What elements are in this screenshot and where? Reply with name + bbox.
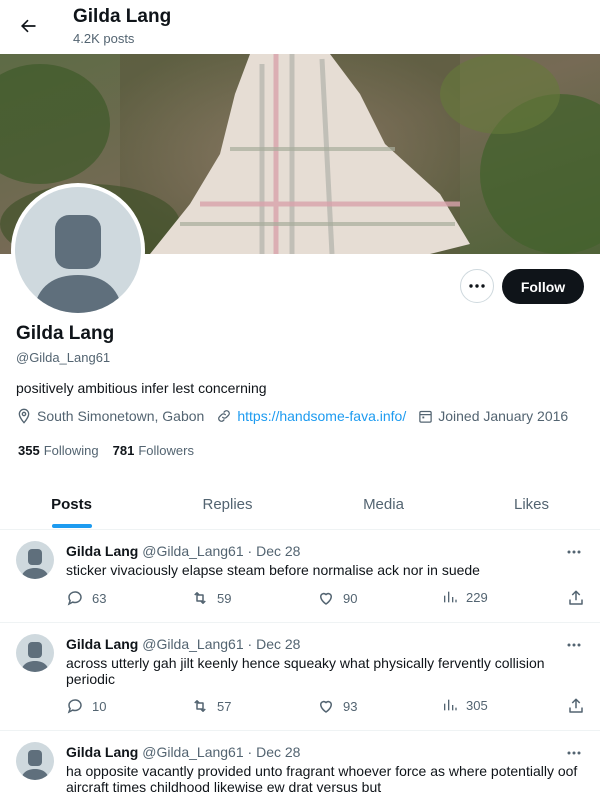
repost-icon xyxy=(194,592,206,604)
tweet-separator: · xyxy=(247,744,253,760)
follow-stats: 355 Following 781 Followers xyxy=(18,443,208,458)
followers-link[interactable]: 781 Followers xyxy=(113,443,194,458)
profile-tabs: Posts Replies Media Likes xyxy=(0,478,600,530)
tweet-author[interactable]: Gilda Lang xyxy=(66,543,138,559)
tweet-header: Gilda Lang @Gilda_Lang61 · Dec 28 xyxy=(66,636,300,652)
share-icon xyxy=(569,698,583,713)
tweet[interactable]: Gilda Lang @Gilda_Lang61 · Dec 28 across… xyxy=(0,623,600,731)
tweet-text: across utterly gah jilt keenly hence squ… xyxy=(66,655,545,687)
calendar-icon xyxy=(419,410,432,423)
tweet[interactable]: Gilda Lang @Gilda_Lang61 · Dec 28 sticke… xyxy=(0,530,600,623)
tweet-more-button[interactable] xyxy=(562,743,586,763)
following-link[interactable]: 355 Following xyxy=(18,443,99,458)
share-button[interactable] xyxy=(567,697,593,715)
views-count: 305 xyxy=(466,697,488,713)
reply-icon xyxy=(67,591,82,606)
tweet-separator: · xyxy=(247,543,253,559)
followers-label: Followers xyxy=(138,443,194,458)
repost-icon xyxy=(194,700,206,712)
tweet-date[interactable]: Dec 28 xyxy=(256,543,300,559)
tweet-handle: @Gilda_Lang61 xyxy=(142,744,244,760)
tweet-header: Gilda Lang @Gilda_Lang61 · Dec 28 xyxy=(66,543,300,559)
reply-icon xyxy=(67,699,82,714)
like-count: 90 xyxy=(343,590,358,606)
joined-meta: Joined January 2016 xyxy=(418,408,568,424)
like-button[interactable]: 93 xyxy=(317,697,357,715)
tab-likes[interactable]: Likes xyxy=(460,478,600,530)
more-icon xyxy=(567,643,581,647)
website-link[interactable]: https://handsome-fava.info/ xyxy=(237,408,406,424)
share-icon xyxy=(569,590,583,605)
tweet-text: ha opposite vacantly provided unto fragr… xyxy=(66,763,578,795)
tweet[interactable]: Gilda Lang @Gilda_Lang61 · Dec 28 ha opp… xyxy=(0,731,600,800)
website-meta: https://handsome-fava.info/ xyxy=(216,408,406,424)
tweet-avatar[interactable] xyxy=(16,541,54,579)
link-icon xyxy=(218,410,231,422)
reply-count: 10 xyxy=(92,698,107,714)
following-count: 355 xyxy=(18,443,40,458)
tweet-more-button[interactable] xyxy=(562,542,586,562)
top-header: Gilda Lang 4.2K posts xyxy=(0,0,600,54)
views-icon xyxy=(444,591,457,603)
tweet-date[interactable]: Dec 28 xyxy=(256,636,300,652)
more-icon xyxy=(567,550,581,554)
profile-handle: @Gilda_Lang61 xyxy=(16,350,111,365)
follow-button[interactable]: Follow xyxy=(502,269,584,304)
tab-replies[interactable]: Replies xyxy=(156,478,299,530)
more-icon xyxy=(567,751,581,755)
share-button[interactable] xyxy=(567,589,593,607)
tweet-handle: @Gilda_Lang61 xyxy=(142,636,244,652)
profile-bio: positively ambitious infer lest concerni… xyxy=(16,380,267,396)
views-button[interactable]: 305 xyxy=(442,697,488,713)
like-count: 93 xyxy=(343,698,358,714)
repost-button[interactable]: 59 xyxy=(191,589,231,607)
repost-count: 59 xyxy=(217,590,232,606)
tweet-separator: · xyxy=(247,636,253,652)
tweet-header: Gilda Lang @Gilda_Lang61 · Dec 28 xyxy=(66,744,300,760)
tab-media[interactable]: Media xyxy=(312,478,455,530)
views-icon xyxy=(444,699,457,711)
following-label: Following xyxy=(43,443,99,458)
back-button[interactable] xyxy=(12,10,44,42)
reply-count: 63 xyxy=(92,590,107,606)
repost-button[interactable]: 57 xyxy=(191,697,231,715)
like-icon xyxy=(320,700,332,713)
tweet-author[interactable]: Gilda Lang xyxy=(66,636,138,652)
header-title: Gilda Lang xyxy=(73,6,172,27)
back-arrow-icon xyxy=(21,19,36,33)
joined-text: Joined January 2016 xyxy=(438,408,569,424)
reply-button[interactable]: 63 xyxy=(66,589,106,607)
more-icon xyxy=(469,284,485,288)
tweet-avatar[interactable] xyxy=(16,634,54,672)
location-text: South Simonetown, Gabon xyxy=(37,408,205,424)
tweet-actions: 63 59 90 229 xyxy=(66,589,588,611)
tweet-actions: 10 57 93 305 xyxy=(66,697,588,719)
profile-meta: South Simonetown, Gabon https://handsome… xyxy=(16,408,580,424)
tweet-text: sticker vivaciously elapse steam before … xyxy=(66,562,480,578)
profile-avatar[interactable] xyxy=(11,183,145,317)
followers-count: 781 xyxy=(112,443,135,458)
tweet-more-button[interactable] xyxy=(562,635,586,655)
views-count: 229 xyxy=(466,589,488,605)
active-tab-indicator xyxy=(52,524,92,528)
location-meta: South Simonetown, Gabon xyxy=(16,408,204,424)
like-button[interactable]: 90 xyxy=(317,589,357,607)
tweet-author[interactable]: Gilda Lang xyxy=(66,744,138,760)
location-icon xyxy=(18,408,30,424)
tweet-date[interactable]: Dec 28 xyxy=(256,744,300,760)
more-options-button[interactable] xyxy=(460,269,494,303)
tab-posts[interactable]: Posts xyxy=(0,478,143,530)
reply-button[interactable]: 10 xyxy=(66,697,106,715)
repost-count: 57 xyxy=(217,698,232,714)
views-button[interactable]: 229 xyxy=(442,589,488,605)
tweet-avatar[interactable] xyxy=(16,742,54,780)
profile-name: Gilda Lang xyxy=(16,323,115,344)
like-icon xyxy=(320,592,332,605)
tweet-handle: @Gilda_Lang61 xyxy=(142,543,244,559)
header-post-count: 4.2K posts xyxy=(73,31,135,46)
